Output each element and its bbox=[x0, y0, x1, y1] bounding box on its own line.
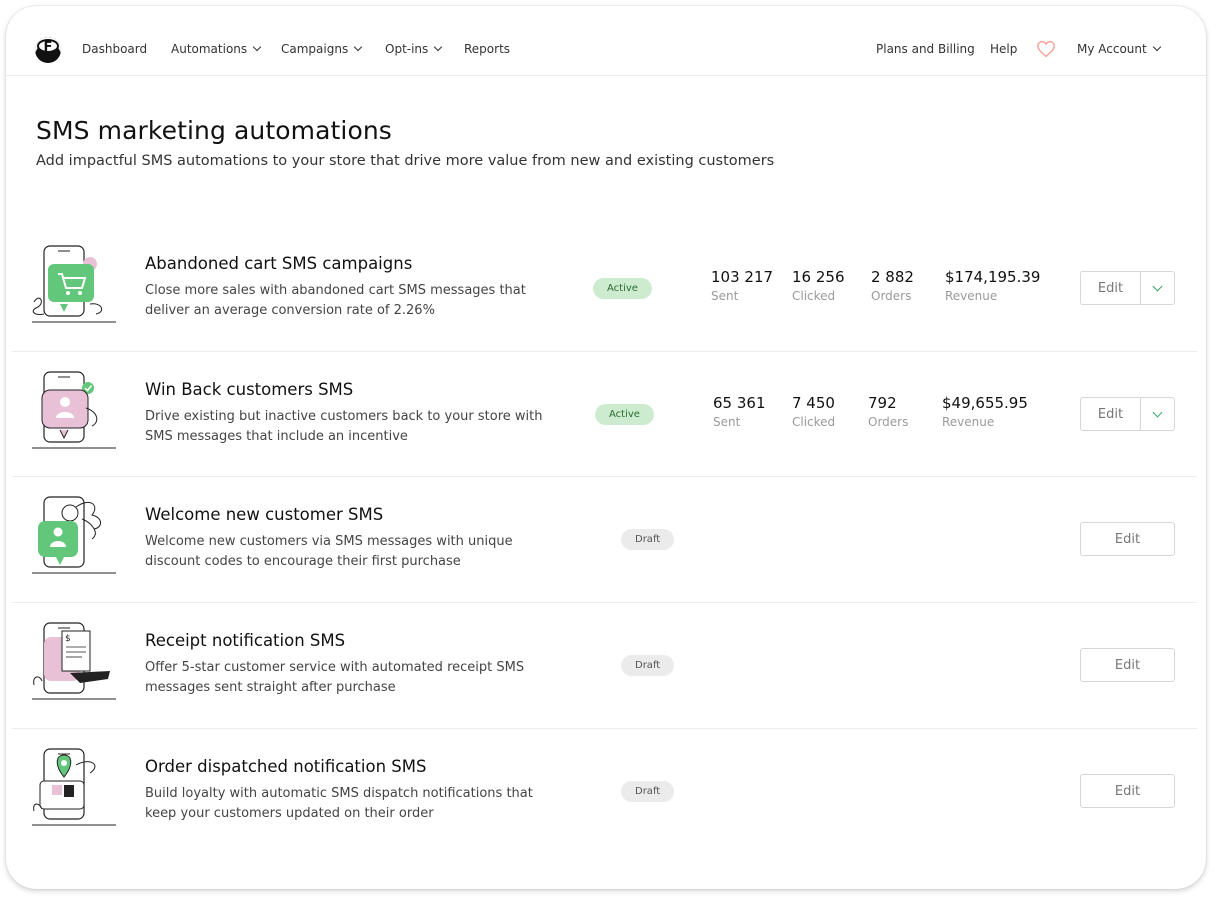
stat-value: 16 256 bbox=[792, 268, 845, 286]
automation-title: Welcome new customer SMS bbox=[145, 505, 384, 524]
automation-title: Order dispatched notification SMS bbox=[145, 757, 427, 776]
stat-label: Revenue bbox=[942, 415, 995, 429]
edit-button[interactable]: Edit bbox=[1081, 775, 1174, 807]
chevron-down-icon bbox=[434, 42, 443, 52]
nav-dashboard-label: Dashboard bbox=[82, 42, 148, 56]
stat-value: $49,655.95 bbox=[942, 394, 1028, 412]
nav-reports-label: Reports bbox=[464, 42, 511, 56]
stat-label: Sent bbox=[711, 289, 739, 303]
top-nav: F Dashboard Automations Campaigns Opt-in… bbox=[6, 6, 1206, 76]
welcome-phone-icon bbox=[32, 496, 116, 574]
stat-orders: 2 882 Orders bbox=[871, 268, 914, 303]
stat-value: 103 217 bbox=[711, 268, 774, 286]
edit-button[interactable]: Edit bbox=[1081, 649, 1174, 681]
heart-icon[interactable] bbox=[1036, 40, 1056, 58]
nav-opt-ins[interactable]: Opt-ins bbox=[385, 42, 443, 56]
customer-phone-icon bbox=[32, 371, 116, 449]
edit-button[interactable]: Edit bbox=[1081, 272, 1140, 304]
automation-row-order-dispatched: Order dispatched notification SMS Build … bbox=[12, 728, 1197, 853]
automation-description: Drive existing but inactive customers ba… bbox=[145, 409, 543, 444]
nav-dashboard[interactable]: Dashboard bbox=[82, 42, 147, 56]
nav-opt-ins-label: Opt-ins bbox=[385, 42, 429, 56]
nav-plans-billing[interactable]: Plans and Billing bbox=[876, 42, 975, 56]
nav-plans-label: Plans and Billing bbox=[876, 42, 975, 56]
chevron-down-icon bbox=[353, 42, 363, 52]
stat-value: $174,195.39 bbox=[945, 268, 1041, 286]
svg-text:$: $ bbox=[65, 634, 71, 644]
edit-button[interactable]: Edit bbox=[1081, 398, 1140, 430]
chevron-down-icon bbox=[1152, 42, 1161, 52]
automation-row-abandoned-cart: Abandoned cart SMS campaigns Close more … bbox=[12, 226, 1197, 351]
status-badge: Draft bbox=[621, 781, 675, 802]
chevron-down-icon bbox=[252, 42, 262, 52]
stat-value: 2 882 bbox=[871, 268, 914, 286]
status-badge: Active bbox=[595, 404, 654, 425]
automation-description: Build loyalty with automatic SMS dispatc… bbox=[145, 786, 533, 821]
page-subtitle: Add impactful SMS automations to your st… bbox=[36, 153, 775, 169]
shopping-cart-phone-icon bbox=[32, 245, 116, 323]
automation-row-welcome: Welcome new customer SMS Welcome new cus… bbox=[12, 476, 1197, 601]
stat-value: 7 450 bbox=[792, 394, 835, 412]
stat-label: Clicked bbox=[792, 289, 836, 303]
status-badge: Active bbox=[593, 278, 652, 299]
automation-title: Win Back customers SMS bbox=[145, 380, 354, 399]
stat-revenue: $174,195.39 Revenue bbox=[945, 268, 1040, 303]
nav-campaigns-label: Campaigns bbox=[281, 42, 349, 56]
edit-button-group: Edit bbox=[1080, 397, 1175, 431]
nav-campaigns[interactable]: Campaigns bbox=[281, 42, 363, 56]
edit-button-group: Edit bbox=[1080, 648, 1175, 682]
stat-label: Revenue bbox=[945, 289, 998, 303]
more-options-button[interactable] bbox=[1140, 398, 1174, 430]
automation-row-win-back: Win Back customers SMS Drive existing bu… bbox=[12, 351, 1197, 476]
stat-label: Clicked bbox=[792, 415, 836, 429]
nav-automations-label: Automations bbox=[171, 42, 248, 56]
stat-clicked: 16 256 Clicked bbox=[792, 268, 845, 303]
edit-button-group: Edit bbox=[1080, 271, 1175, 305]
stat-sent: 65 361 Sent bbox=[713, 394, 766, 429]
nav-my-account[interactable]: My Account bbox=[1077, 42, 1161, 56]
chevron-down-icon bbox=[1152, 407, 1163, 417]
automation-description: Welcome new customers via SMS messages w… bbox=[145, 534, 513, 569]
page-title: SMS marketing automations bbox=[36, 116, 392, 145]
logo-icon[interactable]: F bbox=[35, 37, 61, 63]
logo-letter: F bbox=[43, 39, 53, 55]
automation-description: Offer 5-star customer service with autom… bbox=[145, 660, 525, 695]
more-options-button[interactable] bbox=[1140, 272, 1174, 304]
edit-button[interactable]: Edit bbox=[1081, 523, 1174, 555]
automation-title: Receipt notification SMS bbox=[145, 631, 346, 650]
status-badge: Draft bbox=[621, 655, 675, 676]
nav-help-label: Help bbox=[990, 42, 1018, 56]
stat-revenue: $49,655.95 Revenue bbox=[942, 394, 1028, 429]
app-window: F Dashboard Automations Campaigns Opt-in… bbox=[6, 6, 1206, 889]
automation-description: Close more sales with abandoned cart SMS… bbox=[145, 283, 526, 318]
stat-label: Orders bbox=[871, 289, 912, 303]
edit-button-group: Edit bbox=[1080, 774, 1175, 808]
nav-automations[interactable]: Automations bbox=[171, 42, 262, 56]
nav-account-label: My Account bbox=[1077, 42, 1147, 56]
location-pin-phone-icon bbox=[32, 748, 116, 826]
stat-sent: 103 217 Sent bbox=[711, 268, 773, 303]
automation-row-receipt: $ Receipt notification SMS Offer 5-star … bbox=[12, 602, 1197, 727]
stat-label: Orders bbox=[868, 415, 909, 429]
stat-label: Sent bbox=[713, 415, 741, 429]
nav-help[interactable]: Help bbox=[990, 42, 1017, 56]
receipt-phone-icon: $ bbox=[32, 622, 116, 700]
nav-reports[interactable]: Reports bbox=[464, 42, 510, 56]
edit-button-group: Edit bbox=[1080, 522, 1175, 556]
stat-clicked: 7 450 Clicked bbox=[792, 394, 835, 429]
automation-title: Abandoned cart SMS campaigns bbox=[145, 254, 413, 273]
stat-value: 792 bbox=[868, 394, 897, 412]
status-badge: Draft bbox=[621, 529, 675, 550]
stat-orders: 792 Orders bbox=[868, 394, 908, 429]
stat-value: 65 361 bbox=[713, 394, 766, 412]
chevron-down-icon bbox=[1152, 281, 1163, 291]
